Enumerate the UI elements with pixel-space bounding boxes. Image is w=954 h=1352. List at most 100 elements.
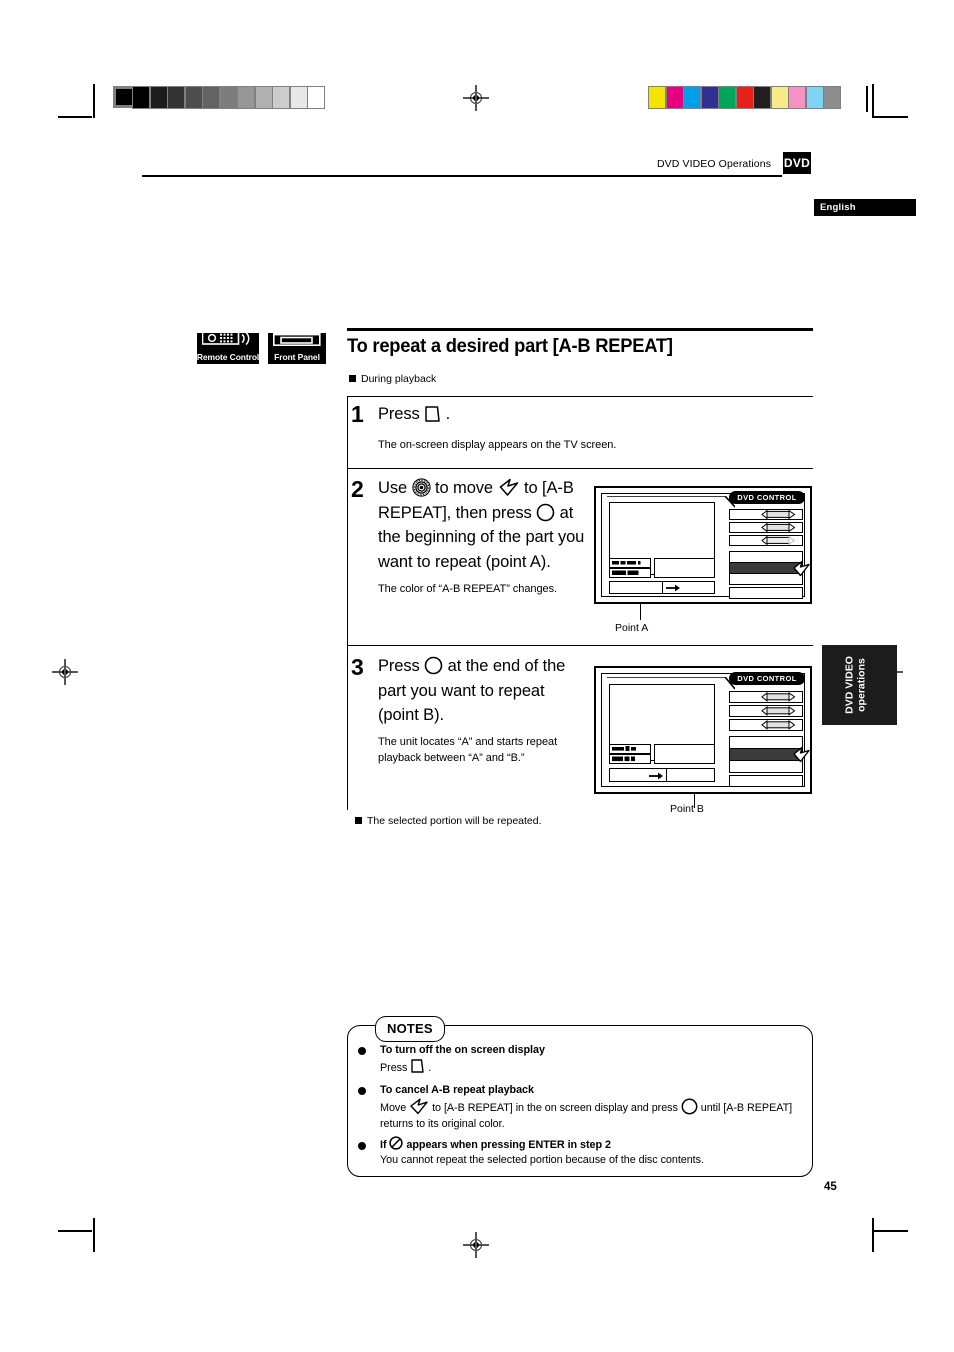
color-swatch-7 — [771, 87, 788, 108]
osd-header-tab-shape — [607, 496, 735, 508]
osd-center-cell — [654, 558, 715, 578]
registration-bullseye — [59, 666, 71, 678]
color-swatch-9 — [806, 87, 823, 108]
gray-swatch-1 — [150, 87, 167, 108]
gray-swatch-2 — [168, 87, 184, 108]
gray-swatch-3 — [185, 87, 202, 108]
cursor-arrow-icon — [409, 1098, 429, 1115]
notes-tag: NOTES — [375, 1016, 445, 1042]
color-swatch-4 — [719, 87, 735, 108]
gray-swatch-4 — [203, 87, 219, 108]
note-2-body: Move to [A-B REPEAT] in the on screen di… — [380, 1098, 800, 1132]
badge-remote-control: Remote Control — [197, 331, 259, 364]
gray-swatch-7 — [255, 87, 272, 108]
crop-mark-bottom-left-h — [58, 1230, 92, 1232]
osd-slider-glyph-1 — [761, 692, 796, 702]
note-1-text-b: . — [428, 1062, 432, 1074]
thumb-tab-line-1: DVD VIDEO — [842, 656, 855, 714]
osd-header-tab-shape — [607, 677, 735, 690]
step-3-description: The unit locates “A” and starts repeat p… — [378, 736, 558, 764]
bullet-square-icon — [349, 375, 356, 382]
step-2-left-bar — [347, 468, 349, 645]
thumb-tab-line-2: operations — [854, 658, 867, 712]
step-1-left-bar — [347, 396, 349, 468]
note-3-body: You cannot repeat the selected portion b… — [380, 1154, 704, 1166]
gray-swatch-6 — [238, 87, 254, 108]
crop-mark-top-left-v — [93, 84, 95, 118]
gray-swatch-10 — [308, 87, 324, 108]
heading-rule — [347, 328, 813, 331]
crop-mark-bottom-right-h — [874, 1230, 908, 1232]
osd-info-glyph-bottom — [612, 756, 635, 762]
osd-slider-glyph-3 — [761, 720, 796, 730]
osd-button-icon — [410, 1058, 425, 1074]
registration-mark-top — [463, 85, 489, 111]
osd-screen-illustration-point-a: DVD CONTROL — [594, 486, 812, 604]
step-2-top-rule — [347, 468, 813, 470]
color-swatch-0 — [649, 87, 665, 108]
point-a-leader-line — [640, 604, 642, 620]
badge-front-panel-label: Front Panel — [274, 352, 320, 362]
osd-screen-illustration-point-b: DVD CONTROL — [594, 666, 812, 794]
dvd-control-badge: DVD CONTROL — [729, 491, 805, 504]
enter-button-icon — [424, 656, 443, 675]
running-head-title: DVD VIDEO Operations — [657, 158, 772, 170]
step-1-text-before: Press — [378, 405, 420, 423]
step-2-line3: the beginning of the part you — [378, 528, 585, 546]
front-panel-icon — [273, 331, 321, 351]
point-b-caption: Point B — [670, 803, 704, 815]
note-3-title: If appears when pressing ENTER in step 2 — [380, 1136, 800, 1153]
step-2-line4: want to repeat (point A). — [378, 552, 551, 571]
step-2-line1-b: to move — [435, 479, 494, 497]
closing-bullet-text: The selected portion will be repeated. — [367, 815, 542, 827]
step-3-line2: part you want to repeat — [378, 681, 545, 700]
step-2-line2-a: REPEAT], then press — [378, 503, 532, 522]
step-3-line1-b: at the end of the — [447, 657, 566, 675]
osd-menu-row-7 — [729, 775, 803, 787]
section-thumb-tab: DVD VIDEO operations — [822, 645, 897, 725]
osd-point-a-field — [609, 581, 663, 594]
prohibited-icon — [389, 1136, 404, 1150]
media-type-tab: DVD — [783, 152, 811, 174]
step-1-instruction: Press . — [378, 402, 450, 427]
osd-center-cell — [654, 744, 715, 764]
osd-cursor-arrow-icon — [793, 746, 810, 763]
step-3-top-rule — [347, 645, 813, 647]
osd-button-icon — [424, 405, 441, 423]
color-calibration-strip — [648, 86, 841, 109]
crop-mark-bottom-left-v — [93, 1218, 95, 1252]
note-2-text-a: Move — [380, 1102, 407, 1114]
step-1-number: 1 — [351, 401, 364, 427]
step-2-instruction: Use to move to [A-B REPEAT], then press … — [378, 476, 593, 574]
enter-button-icon — [681, 1098, 698, 1115]
gray-swatch-8 — [273, 87, 289, 108]
registration-bullseye — [470, 1239, 482, 1251]
crop-mark-bottom-right-v — [872, 1218, 874, 1252]
color-swatch-6 — [754, 87, 770, 108]
step-3-number: 3 — [351, 654, 364, 680]
note-2-title: To cancel A-B repeat playback — [380, 1084, 534, 1096]
grayscale-calibration-strip — [132, 86, 325, 109]
point-a-caption: Point A — [615, 622, 649, 634]
registration-mark-bottom — [463, 1232, 489, 1258]
note-3-title-b: appears when pressing ENTER in step 2 — [406, 1139, 611, 1151]
manual-page: DVD VIDEO Operations DVD English DVD VID… — [0, 0, 954, 1352]
osd-point-b-field — [666, 768, 715, 782]
cursor-arrow-icon — [498, 478, 520, 497]
section-thumb-tab-text: DVD VIDEO operations — [843, 656, 867, 714]
note-item-1: To turn off the on screen display Press … — [380, 1043, 800, 1077]
page-title: To repeat a desired part [A-B REPEAT] — [347, 335, 673, 357]
bullet-square-icon — [355, 817, 362, 824]
step-3-line1-a: Press — [378, 657, 420, 675]
step-2-line1-a: Use — [378, 479, 408, 497]
closing-bullet: The selected portion will be repeated. — [355, 815, 542, 827]
registration-bullseye — [470, 92, 482, 104]
remote-control-icon — [201, 331, 254, 351]
color-swatch-5 — [736, 87, 753, 108]
crop-mark-top-right-v — [872, 84, 874, 118]
osd-info-glyph-top — [612, 746, 636, 751]
step-2-line2-b: at — [559, 503, 574, 522]
note-bullet-3 — [358, 1142, 366, 1150]
osd-ab-arrow-icon — [666, 584, 680, 592]
note-1-text-a: Press — [380, 1062, 408, 1074]
